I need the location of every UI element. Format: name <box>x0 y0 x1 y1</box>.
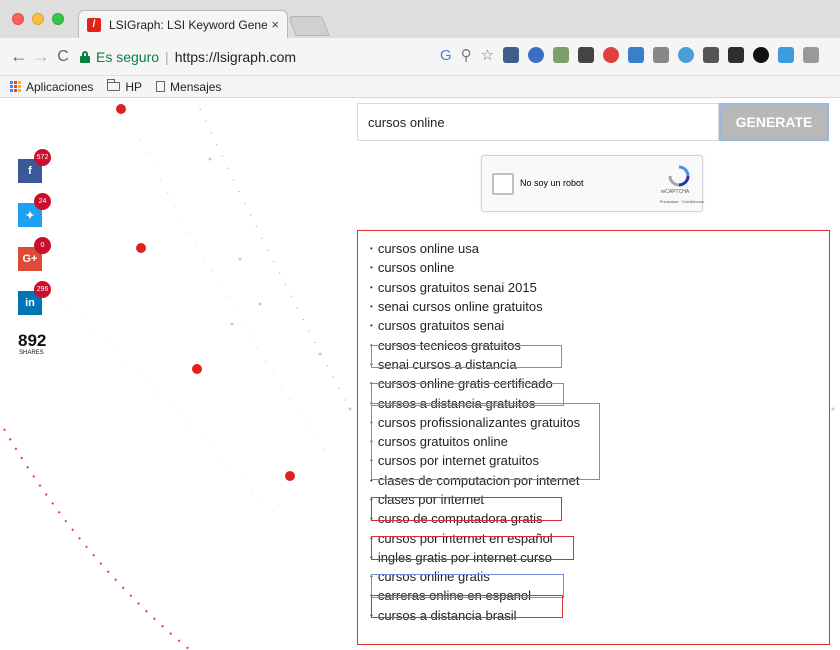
browser-tab[interactable]: / LSIGraph: LSI Keyword Genera × <box>78 10 288 38</box>
facebook-share-button[interactable]: f 572 <box>18 149 51 183</box>
url-text: https://lsigraph.com <box>174 48 297 65</box>
keyword-item[interactable]: senai cursos a distancia <box>370 355 580 374</box>
document-icon <box>156 81 166 92</box>
generate-button[interactable]: GENERATE <box>719 103 829 141</box>
minimize-window-button[interactable] <box>32 13 44 25</box>
page-content: f 572 ✦ 24 G+ 0 in 296 892 SHARES GENERA… <box>0 99 840 650</box>
keyword-item[interactable]: cursos tecnicos gratuitos <box>370 335 580 354</box>
twitter-icon: ✦ <box>25 209 35 222</box>
bookmark-star-icon[interactable]: ☆ <box>481 46 494 64</box>
keyword-list: cursos online usacursos onlinecursos gra… <box>370 239 580 625</box>
total-shares-label: SHARES <box>19 350 44 356</box>
lsigraph-favicon-icon: / <box>87 17 101 32</box>
total-shares-count: 892 <box>18 331 47 350</box>
keyword-item[interactable]: curso de computadora gratis <box>370 509 580 528</box>
recaptcha-widget: No soy un robot reCAPTCHA Privacidad · C… <box>481 155 704 212</box>
browser-extension-icon[interactable] <box>753 47 770 63</box>
keyword-item[interactable]: clases de computacion por internet <box>370 471 580 490</box>
keyword-item[interactable]: cursos online usa <box>370 239 580 258</box>
recaptcha-brand: reCAPTCHA <box>660 189 690 195</box>
keyword-item[interactable]: cursos por internet en español <box>370 528 580 547</box>
browser-extension-icon[interactable] <box>803 47 820 63</box>
recaptcha-label: No soy un robot <box>520 178 584 188</box>
keyword-item[interactable]: cursos online <box>370 258 580 277</box>
new-tab-button[interactable] <box>288 16 330 36</box>
keyword-item[interactable]: senai cursos online gratuitos <box>370 297 580 316</box>
apps-icon <box>10 81 21 92</box>
browser-extension-icon[interactable] <box>678 47 695 63</box>
share-count-badge: 572 <box>34 149 51 166</box>
keyword-item[interactable]: carreras online en espanol <box>370 586 580 605</box>
browser-extension-icon[interactable] <box>728 47 745 63</box>
keyword-item[interactable]: cursos profissionalizantes gratuitos <box>370 413 580 432</box>
bookmark-apps[interactable]: Aplicaciones <box>10 80 93 94</box>
keyword-item[interactable]: cursos online gratis certificado <box>370 374 580 393</box>
twitter-share-button[interactable]: ✦ 24 <box>18 193 51 227</box>
browser-extension-icon[interactable] <box>703 47 720 63</box>
browser-extension-icon[interactable] <box>528 47 545 63</box>
browser-extension-icon[interactable] <box>578 47 595 63</box>
reload-icon[interactable]: C <box>52 48 74 66</box>
browser-extension-icon[interactable] <box>603 47 620 63</box>
keyword-item[interactable]: cursos gratuitos senai <box>370 316 580 335</box>
keyword-item[interactable]: cursos online gratis <box>370 567 580 586</box>
forward-arrow-icon[interactable]: → <box>30 46 52 67</box>
maximize-window-button[interactable] <box>52 13 64 25</box>
keyword-item[interactable]: cursos a distancia brasil <box>370 606 580 625</box>
keyword-item[interactable]: cursos por internet gratuitos <box>370 451 580 470</box>
truncated-previous-item <box>358 231 829 239</box>
back-arrow-icon[interactable]: ← <box>8 46 30 67</box>
bookmarks-bar: Aplicaciones HP Mensajes <box>0 76 840 98</box>
folder-icon <box>107 79 121 91</box>
close-window-button[interactable] <box>12 13 24 25</box>
keyword-item[interactable]: clases por internet <box>370 490 580 509</box>
url-separator: | <box>165 48 169 65</box>
recaptcha-terms-link[interactable]: Privacidad · Condiciones <box>628 199 704 204</box>
bookmark-label: HP <box>125 79 143 94</box>
facebook-icon: f <box>28 165 32 177</box>
extensions-area: G ⚲ ☆ <box>440 46 820 64</box>
keyword-search-input[interactable] <box>357 103 719 141</box>
bookmark-hp[interactable]: HP <box>107 79 143 94</box>
zoom-icon[interactable]: ⚲ <box>461 46 472 64</box>
keyword-item[interactable]: cursos gratuitos online <box>370 432 580 451</box>
browser-extension-icon[interactable] <box>553 47 570 63</box>
browser-extension-icon[interactable] <box>628 47 645 63</box>
lock-icon <box>80 50 90 63</box>
recaptcha-checkbox[interactable] <box>492 173 514 195</box>
share-buttons: f 572 ✦ 24 G+ 0 in 296 <box>18 149 51 335</box>
browser-extension-icon[interactable] <box>653 47 670 63</box>
bookmark-label: Aplicaciones <box>26 79 94 94</box>
google-plus-share-button[interactable]: G+ 0 <box>18 237 51 271</box>
tab-close-icon[interactable]: × <box>271 17 279 32</box>
address-bar[interactable]: Es seguro | https://lsigraph.com <box>80 44 296 70</box>
browser-toolbar: ← → C Es seguro | https://lsigraph.com G… <box>0 38 840 76</box>
tab-title: LSIGraph: LSI Keyword Genera <box>109 17 268 32</box>
browser-extension-icon[interactable] <box>503 47 520 63</box>
keyword-search-form: GENERATE <box>357 103 829 141</box>
keyword-results-panel: cursos online usacursos onlinecursos gra… <box>357 230 830 645</box>
bookmark-label: Mensajes <box>170 79 222 94</box>
linkedin-icon: in <box>25 297 35 309</box>
keyword-item[interactable]: cursos gratuitos senai 2015 <box>370 278 580 297</box>
secure-label: Es seguro <box>96 48 160 65</box>
linkedin-share-button[interactable]: in 296 <box>18 281 51 315</box>
bookmark-mensajes[interactable]: Mensajes <box>156 80 221 94</box>
share-count-badge: 296 <box>34 281 51 298</box>
share-count-badge: 0 <box>34 237 51 254</box>
recaptcha-logo-icon <box>668 165 690 187</box>
share-count-badge: 24 <box>34 193 51 210</box>
keyword-item[interactable]: cursos a distancia gratuitos <box>370 393 580 412</box>
browser-titlebar: / LSIGraph: LSI Keyword Genera × <box>0 0 840 38</box>
google-plus-icon: G+ <box>22 253 38 265</box>
keyword-item[interactable]: ingles gratis por internet curso <box>370 548 580 567</box>
translate-icon[interactable]: G <box>440 47 452 64</box>
browser-extension-icon[interactable] <box>778 47 795 63</box>
